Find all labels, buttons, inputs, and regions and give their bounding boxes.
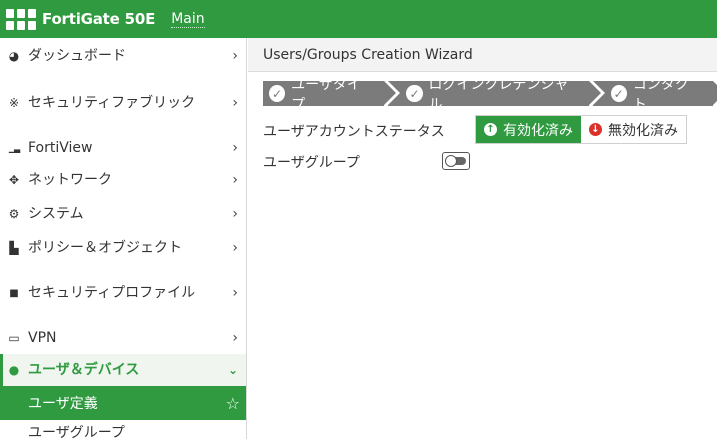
policy-icon: ▙ — [9, 241, 19, 255]
chevron-right-icon: › — [232, 330, 238, 346]
sidebar-item-label: VPN — [28, 330, 57, 346]
sidebar: ◕ ダッシュボード › ※ セキュリティファブリック › ▁▃ FortiVie… — [0, 38, 247, 439]
user-icon: ● — [8, 363, 20, 377]
sidebar-item-system[interactable]: ⚙ システム › — [0, 196, 246, 232]
sidebar-item-policy-objects[interactable]: ▙ ポリシー＆オブジェクト › — [0, 232, 246, 264]
check-circle-icon: ✓ — [610, 85, 627, 102]
sidebar-item-label: セキュリティファブリック — [28, 95, 196, 111]
sidebar-item-security-profiles[interactable]: ■ セキュリティプロファイル › — [0, 264, 246, 322]
system-icon: ⚙ — [8, 207, 20, 221]
chevron-right-icon: › — [232, 140, 238, 156]
wizard-step-label: ユーザタイプ — [291, 76, 361, 113]
sidebar-item-user-device[interactable]: ● ユーザ＆デバイス ⌄ — [0, 354, 246, 386]
chevron-right-icon: › — [232, 48, 238, 64]
page-title: Users/Groups Creation Wizard — [248, 38, 717, 72]
check-circle-icon: ✓ — [406, 85, 423, 102]
sidebar-item-vpn[interactable]: ▭ VPN › — [0, 322, 246, 354]
wizard-steps: ✓ ユーザタイプ ✓ ログインクレデンシャル ✓ コンタクト — [263, 77, 717, 113]
star-icon[interactable]: ☆ — [226, 394, 240, 413]
product-name: FortiGate 50E — [42, 10, 156, 28]
chevron-right-icon: › — [232, 285, 238, 301]
sidebar-subitem-user-groups[interactable]: ユーザグループ — [0, 420, 246, 439]
wizard-step-login-credentials[interactable]: ✓ ログインクレデンシャル — [388, 77, 601, 113]
fortiview-icon: ▁▃ — [8, 143, 20, 153]
disable-button[interactable]: ↓ 無効化済み — [581, 116, 686, 143]
main-content: Users/Groups Creation Wizard ✓ ユーザタイプ ✓ … — [248, 38, 717, 439]
sidebar-item-security-fabric[interactable]: ※ セキュリティファブリック › — [0, 74, 246, 132]
top-bar: FortiGate 50E Main — [0, 0, 717, 38]
network-icon: ✥ — [8, 173, 20, 187]
lock-icon: ■ — [9, 287, 19, 299]
disable-label: 無効化済み — [608, 122, 678, 139]
sidebar-item-label: FortiView — [28, 140, 93, 156]
dashboard-icon: ◕ — [8, 49, 20, 63]
sidebar-item-label: ネットワーク — [28, 172, 112, 188]
vpn-icon: ▭ — [8, 331, 20, 345]
sidebar-item-label: システム — [28, 206, 84, 222]
sidebar-item-dashboard[interactable]: ◕ ダッシュボード › — [0, 38, 246, 74]
wizard-step-contact[interactable]: ✓ コンタクト — [592, 77, 717, 113]
wizard-step-label: コンタクト — [632, 76, 689, 113]
user-group-switch[interactable] — [442, 152, 470, 170]
sidebar-item-label: ダッシュボード — [28, 48, 126, 64]
enable-label: 有効化済み — [503, 122, 573, 139]
account-status-label: ユーザアカウントステータス — [263, 124, 445, 140]
sidebar-item-fortiview[interactable]: ▁▃ FortiView › — [0, 132, 246, 164]
sidebar-item-label: ポリシー＆オブジェクト — [28, 240, 182, 256]
chevron-right-icon: › — [232, 95, 238, 111]
arrow-up-circle-icon: ↑ — [484, 123, 497, 136]
sidebar-subitem-user-definition[interactable]: ユーザ定義 ☆ — [0, 386, 246, 420]
enable-button[interactable]: ↑ 有効化済み — [476, 116, 581, 143]
sidebar-item-label: ユーザ＆デバイス — [28, 362, 140, 378]
chevron-right-icon: › — [232, 206, 238, 222]
sidebar-item-label: セキュリティプロファイル — [28, 285, 196, 301]
arrow-down-circle-icon: ↓ — [589, 123, 602, 136]
vdom-selector[interactable]: Main — [171, 11, 205, 28]
chevron-right-icon: › — [232, 240, 238, 256]
wizard-step-label: ログインクレデンシャル — [428, 76, 569, 113]
chevron-down-icon: ⌄ — [227, 363, 238, 377]
switch-knob — [445, 155, 457, 167]
wizard-step-user-type[interactable]: ✓ ユーザタイプ — [263, 77, 397, 113]
sidebar-subitem-label: ユーザグループ — [28, 425, 125, 439]
user-group-label: ユーザグループ — [263, 155, 360, 171]
security-fabric-icon: ※ — [8, 96, 20, 110]
check-circle-icon: ✓ — [269, 85, 286, 102]
fortinet-logo-icon — [6, 8, 36, 30]
sidebar-item-network[interactable]: ✥ ネットワーク › — [0, 164, 246, 196]
sidebar-subitem-label: ユーザ定義 — [28, 396, 98, 412]
chevron-right-icon: › — [232, 172, 238, 188]
account-status-toggle: ↑ 有効化済み ↓ 無効化済み — [475, 115, 687, 144]
